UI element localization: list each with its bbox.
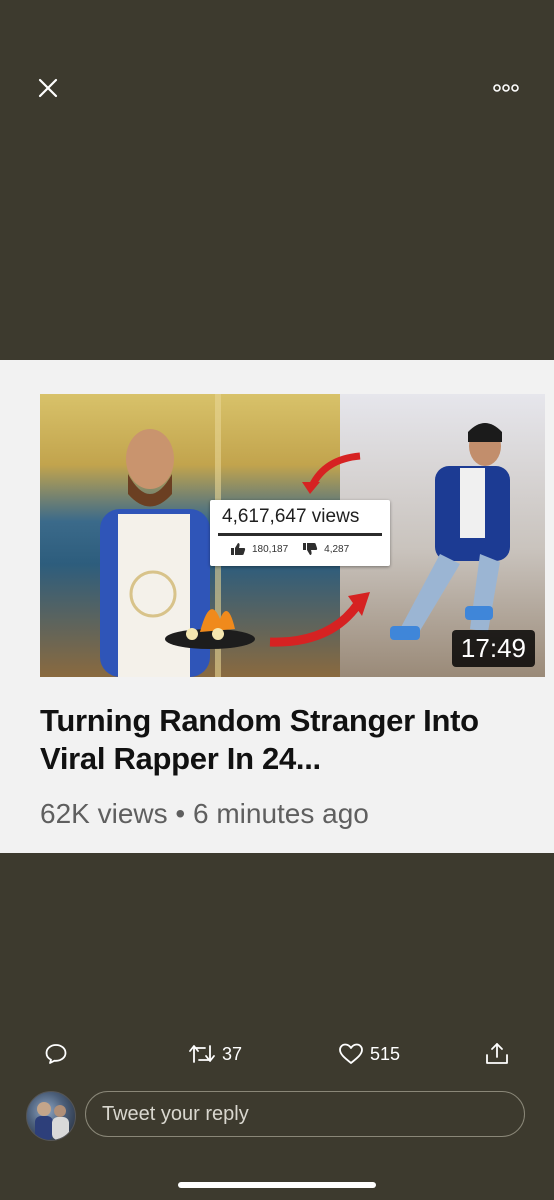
thumbs-up-icon [231,543,246,555]
duration-badge: 17:49 [451,630,535,667]
reply-button[interactable] [44,1040,68,1068]
retweet-icon [189,1045,215,1063]
avatar-image [35,1102,69,1140]
thumbs-down-icon [303,543,318,555]
views-overlay-count: 4,617,647 views [222,506,360,527]
likes-count: 180,187 [252,543,289,555]
likes-dislikes-row: 180,187 4,287 [230,542,349,556]
views-overlay-box: 4,617,647 views 180,187 4,287 [210,500,390,566]
share-button[interactable] [484,1040,510,1068]
like-button[interactable]: 515 [338,1040,400,1068]
video-thumbnail[interactable]: 4,617,647 views 180,187 4,287 17:49 [40,394,545,677]
views-overlay-underline [218,533,382,536]
heart-icon [339,1043,363,1064]
avatar[interactable] [26,1091,76,1141]
home-indicator[interactable] [178,1182,376,1188]
retweet-count: 37 [222,1043,243,1064]
more-options-icon [493,84,519,92]
more-options-button[interactable] [486,72,526,104]
reply-input[interactable] [85,1091,525,1137]
video-title[interactable]: Turning Random Stranger Into Viral Rappe… [40,702,510,778]
media-card[interactable]: 4,617,647 views 180,187 4,287 17:49 Turn… [0,360,554,853]
close-button[interactable] [30,70,66,106]
close-icon [38,78,58,98]
reply-icon [45,1044,67,1064]
video-meta: 62K views • 6 minutes ago [40,798,369,829]
like-count: 515 [370,1043,401,1064]
share-icon [486,1043,508,1064]
dislikes-count: 4,287 [324,543,350,555]
retweet-button[interactable]: 37 [188,1040,242,1068]
